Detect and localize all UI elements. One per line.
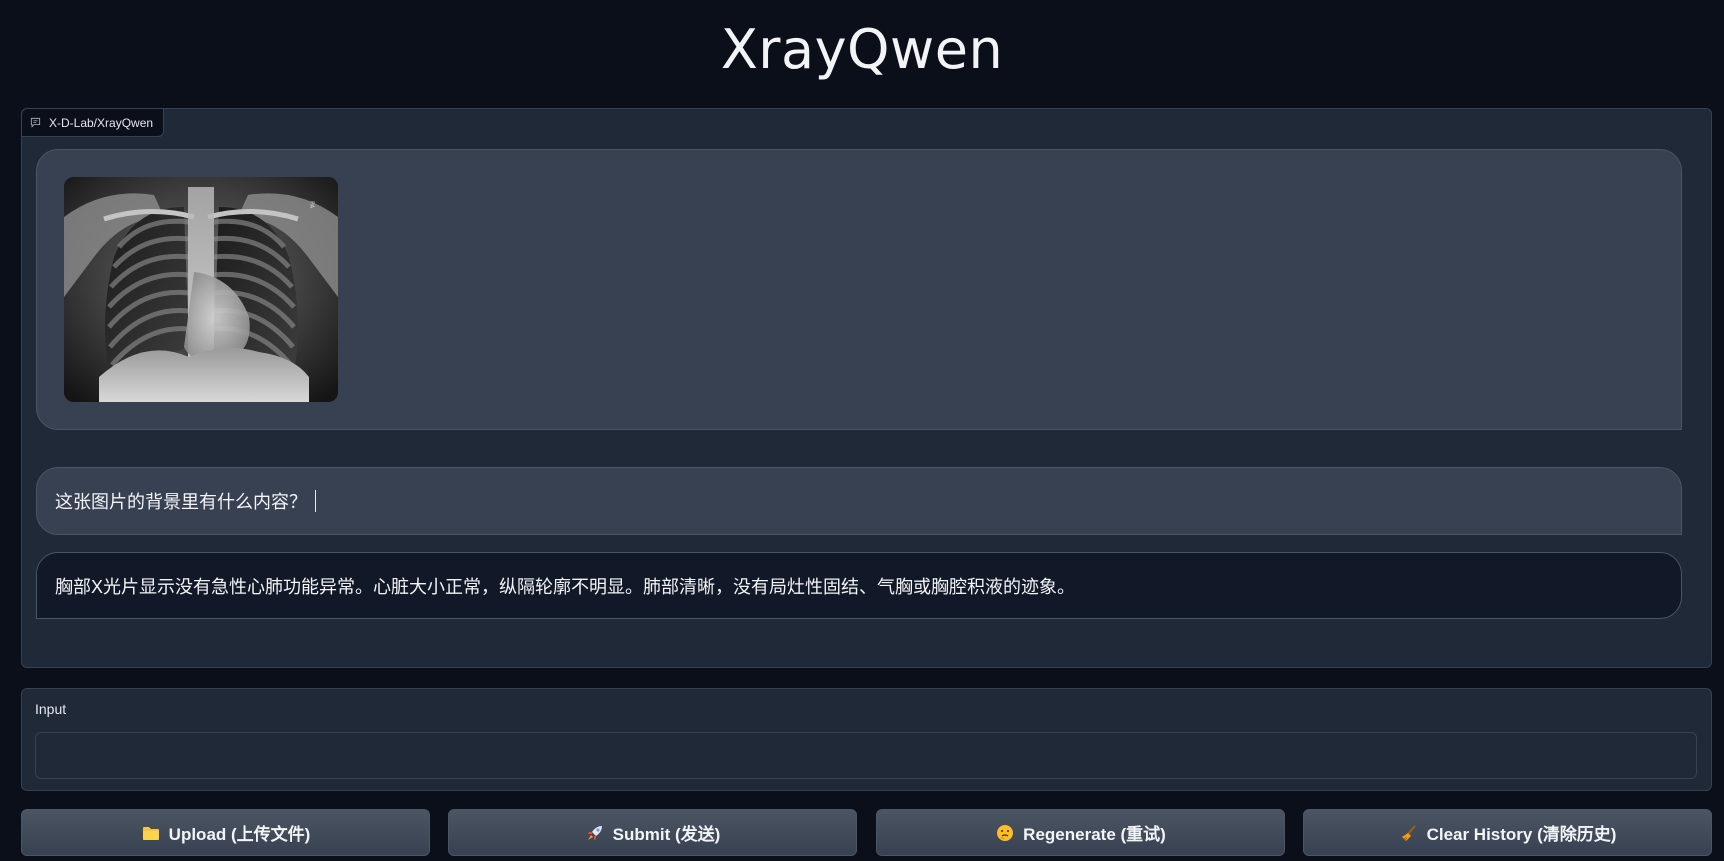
page: XrayQwen X-D-Lab/XrayQwen PA 这张图片的背景里有什么… [0,0,1724,861]
chatbot-label-text: X-D-Lab/XrayQwen [49,115,154,130]
broom-icon [1399,823,1419,843]
user-message-text: 这张图片的背景里有什么内容？ [55,492,307,512]
submit-button[interactable]: Submit (发送) [448,809,857,856]
bot-message: 胸部X光片显示没有急性心肺功能异常。心脏大小正常，纵隔轮廓不明显。肺部清晰，没有… [36,552,1682,619]
chatbot-panel: X-D-Lab/XrayQwen PA 这张图片的背景里有什么内容？ 胸部X光片… [21,108,1712,668]
user-image-message: PA [36,149,1682,430]
clear-history-button[interactable]: Clear History (清除历史) [1303,809,1712,856]
rocket-icon [585,823,605,843]
action-buttons: Upload (上传文件) Submit (发送) Regenerate (重试… [21,809,1712,856]
user-text-message: 这张图片的背景里有什么内容？ [36,467,1682,535]
bot-message-text: 胸部X光片显示没有急性心肺功能异常。心脏大小正常，纵隔轮廓不明显。肺部清晰，没有… [55,576,1075,597]
message-input[interactable] [35,732,1697,779]
submit-button-label: Submit (发送) [612,825,721,844]
chatbot-label: X-D-Lab/XrayQwen [22,109,165,137]
clear-history-button-label: Clear History (清除历史) [1426,825,1617,844]
input-label: Input [35,701,67,717]
svg-text:PA: PA [308,201,315,209]
upload-button[interactable]: Upload (上传文件) [21,809,430,856]
chat-bubble-icon [30,117,41,128]
app-title: XrayQwen [720,18,1004,81]
chest-xray-image[interactable]: PA [64,177,338,402]
input-panel: Input [21,688,1712,791]
regenerate-button-label: Regenerate (重试) [1023,825,1166,844]
folder-icon [141,823,161,843]
text-cursor [315,490,316,512]
thinking-face-icon [995,823,1015,843]
regenerate-button[interactable]: Regenerate (重试) [876,809,1285,856]
upload-button-label: Upload (上传文件) [168,825,311,844]
